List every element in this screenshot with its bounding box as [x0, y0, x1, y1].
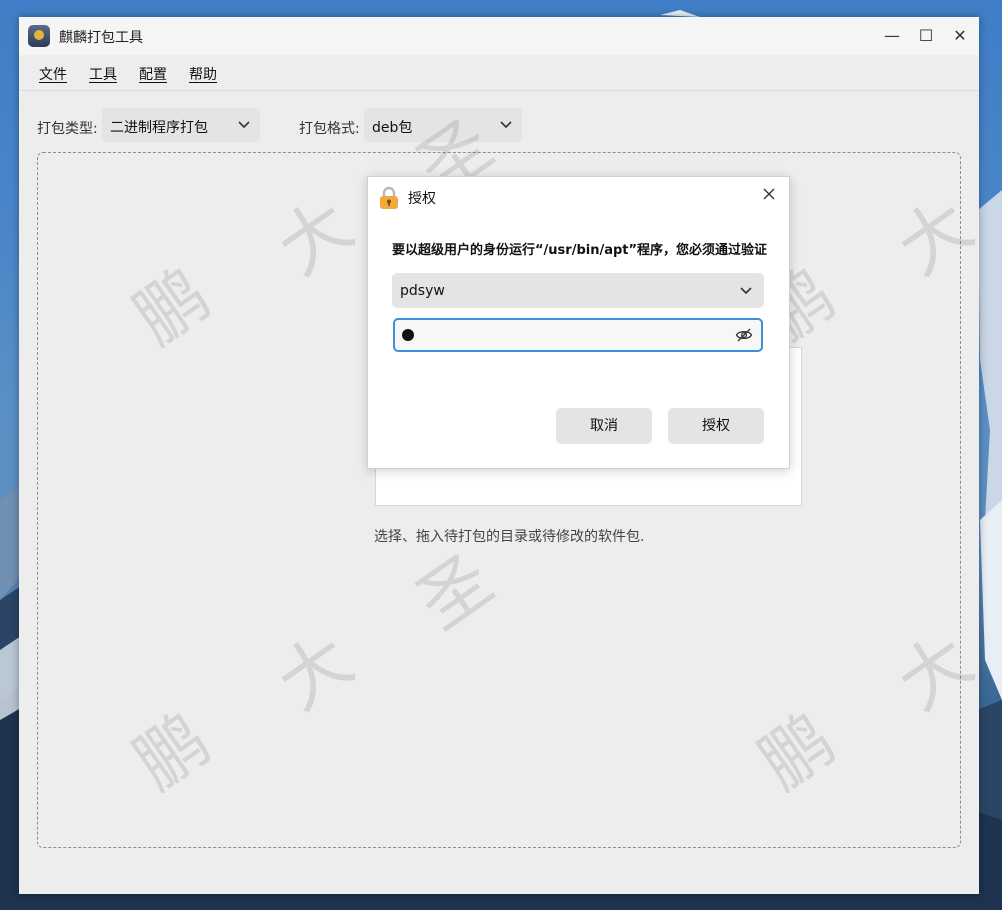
window-title: 麒麟打包工具 [59, 30, 143, 46]
cancel-button[interactable]: 取消 [556, 408, 652, 444]
chevron-down-icon [740, 287, 752, 295]
package-format-select[interactable]: deb包 [364, 108, 522, 142]
auth-message: 要以超级用户的身份运行“/usr/bin/apt”程序，您必须通过验证 [392, 243, 768, 258]
authorization-dialog: 授权 要以超级用户的身份运行“/usr/bin/apt”程序，您必须通过验证 p… [367, 176, 790, 469]
close-icon[interactable] [761, 186, 777, 202]
chevron-down-icon [500, 121, 512, 129]
menu-bar: 文件 工具 配置 帮助 [19, 55, 979, 91]
eye-off-icon[interactable] [735, 326, 753, 344]
menu-help[interactable]: 帮助 [189, 64, 217, 84]
lock-icon [380, 186, 398, 209]
chevron-down-icon [238, 121, 250, 129]
dialog-title: 授权 [408, 191, 436, 207]
package-format-label: 打包格式: [299, 121, 360, 137]
package-type-value: 二进制程序打包 [110, 120, 208, 136]
password-field[interactable] [393, 318, 763, 352]
drop-zone-hint: 选择、拖入待打包的目录或待修改的软件包. [374, 529, 645, 545]
title-bar: 麒麟打包工具 — ☐ ✕ [19, 17, 979, 55]
menu-file[interactable]: 文件 [39, 64, 67, 84]
maximize-button[interactable]: ☐ [913, 23, 939, 49]
close-window-button[interactable]: ✕ [947, 23, 973, 49]
user-select[interactable]: pdsyw [392, 273, 764, 308]
package-type-select[interactable]: 二进制程序打包 [102, 108, 260, 142]
minimize-button[interactable]: — [879, 23, 905, 49]
app-logo-icon [28, 25, 50, 47]
menu-tools[interactable]: 工具 [89, 64, 117, 84]
user-select-value: pdsyw [400, 283, 445, 299]
authorize-button[interactable]: 授权 [668, 408, 764, 444]
package-type-label: 打包类型: [37, 121, 98, 137]
password-mask-dot [402, 329, 414, 341]
menu-config[interactable]: 配置 [139, 64, 167, 84]
package-format-value: deb包 [372, 120, 413, 136]
